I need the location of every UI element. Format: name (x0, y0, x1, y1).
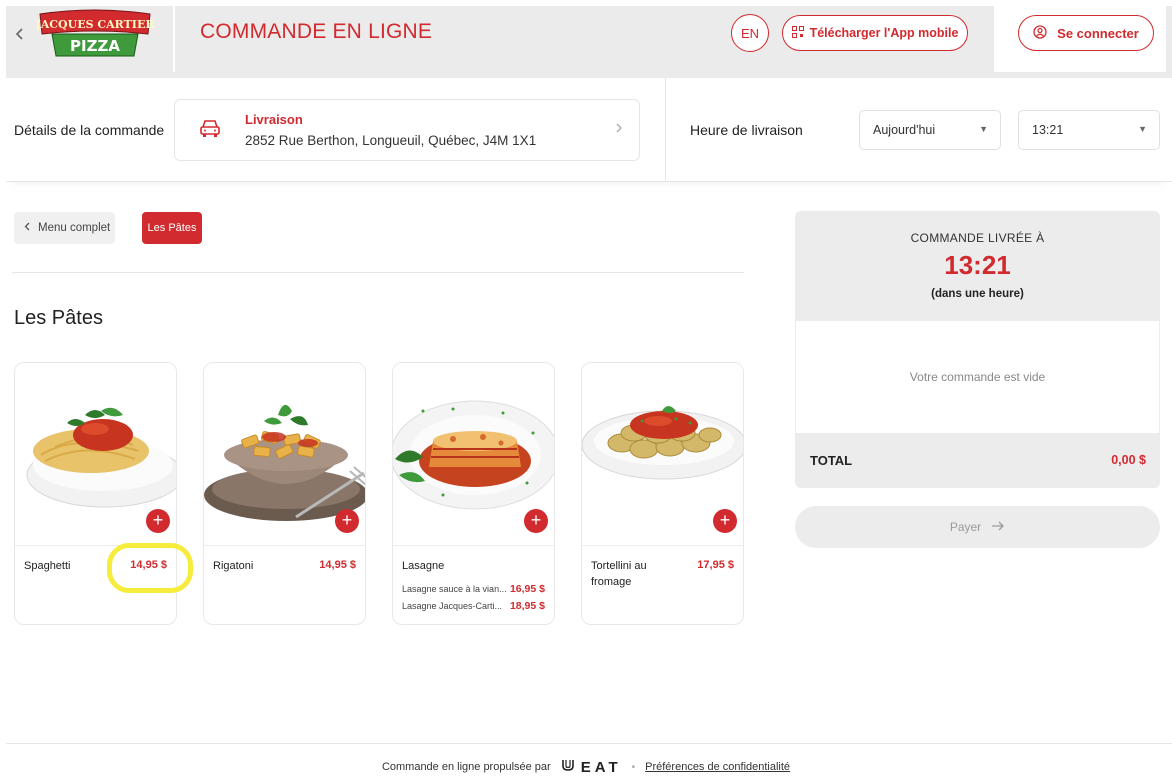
delivered-at-label: COMMANDE LIVRÉE À (910, 231, 1045, 245)
brand-logo[interactable]: JACQUES CARTIER PIZZA (35, 8, 155, 60)
caret-down-icon: ▼ (1138, 124, 1147, 134)
footer: Commande en ligne propulsée par EAT • Pr… (0, 758, 1172, 776)
pay-label: Payer (949, 520, 982, 534)
delivery-time-label: Heure de livraison (690, 122, 803, 138)
chevron-right-icon (615, 121, 623, 137)
privacy-preferences-link[interactable]: Préférences de confidentialité (645, 761, 790, 773)
product-card-tortellini[interactable]: + Tortellini au fromage 17,95 $ (581, 362, 744, 625)
section-divider (12, 272, 744, 273)
language-button[interactable]: EN (731, 14, 769, 52)
product-name: Rigatoni (213, 560, 254, 572)
login-label: Se connecter (1057, 25, 1139, 41)
pay-button[interactable]: Payer (795, 506, 1160, 548)
delivery-type: Livraison (245, 112, 303, 127)
qr-code-icon (791, 25, 804, 41)
product-name: Spaghetti (24, 560, 71, 572)
day-select-value: Aujourd'hui (873, 123, 936, 137)
user-icon (1033, 24, 1047, 42)
footer-separator: • (631, 761, 636, 773)
product-card-rigatoni[interactable]: + Rigatoni 14,95 $ (203, 362, 366, 625)
plus-icon: + (719, 510, 731, 530)
plus-icon: + (341, 510, 353, 530)
delivered-time: 13:21 (944, 250, 1011, 280)
delivery-card[interactable] (174, 99, 640, 161)
breadcrumb-current[interactable]: Les Pâtes (142, 212, 202, 244)
logo-text-top: JACQUES CARTIER (36, 18, 154, 31)
total-value: 0,00 $ (1111, 453, 1146, 467)
chevron-left-icon[interactable] (10, 24, 30, 44)
total-label: TOTAL (810, 453, 853, 468)
ueat-brand-text: EAT (580, 758, 622, 776)
header-divider (173, 0, 175, 72)
back-to-menu-button[interactable]: Menu complet (14, 212, 115, 244)
product-price: 17,95 $ (697, 559, 734, 571)
add-tortellini-button[interactable]: + (713, 509, 737, 533)
arrow-right-icon (991, 520, 1005, 534)
powered-by-text: Commande en ligne propulsée par (381, 761, 551, 773)
time-select[interactable]: 13:21 ▼ (1018, 110, 1160, 150)
back-to-menu-label: Menu complet (38, 222, 111, 234)
chevron-left-icon (24, 222, 30, 234)
option-price: 16,95 $ (509, 583, 545, 595)
details-divider (665, 78, 666, 182)
product-name: Lasagne (402, 560, 445, 572)
page-title: COMMANDE EN LIGNE (200, 20, 433, 43)
logo-text-bottom: PIZZA (70, 37, 120, 55)
price-highlight-annotation (107, 543, 193, 593)
empty-cart-text: Votre commande est vide (909, 370, 1046, 384)
add-lasagne-button[interactable]: + (524, 509, 548, 533)
option-price: 18,95 $ (509, 600, 545, 612)
download-app-label: Télécharger l'App mobile (809, 26, 959, 40)
option-label: Lasagne sauce à la vian... (402, 584, 507, 594)
card-divider (393, 545, 554, 546)
product-price: 14,95 $ (319, 559, 356, 571)
footer-divider (6, 743, 1172, 744)
car-icon (198, 118, 222, 140)
ueat-logo-icon (561, 758, 575, 776)
section-title: Les Pâtes (14, 307, 103, 329)
add-spaghetti-button[interactable]: + (146, 509, 170, 533)
product-name: Tortellini au fromage (591, 560, 647, 588)
option-label: Lasagne Jacques-Carti... (402, 601, 503, 611)
time-select-value: 13:21 (1032, 123, 1064, 137)
login-button[interactable]: Se connecter (1018, 15, 1154, 51)
delivered-note: (dans une heure) (931, 288, 1024, 300)
plus-icon: + (530, 510, 542, 530)
download-app-button[interactable]: Télécharger l'App mobile (782, 15, 968, 51)
ueat-brand[interactable]: EAT (561, 758, 622, 776)
day-select[interactable]: Aujourd'hui ▼ (859, 110, 1001, 150)
caret-down-icon: ▼ (979, 124, 988, 134)
plus-icon: + (152, 510, 164, 530)
order-details-label: Détails de la commande (14, 122, 165, 138)
product-card-lasagne[interactable]: + Lasagne Lasagne sauce à la vian... 16,… (392, 362, 555, 625)
add-rigatoni-button[interactable]: + (335, 509, 359, 533)
delivery-address: 2852 Rue Berthon, Longueuil, Québec, J4M… (245, 133, 537, 148)
card-divider (582, 545, 743, 546)
card-divider (204, 545, 365, 546)
